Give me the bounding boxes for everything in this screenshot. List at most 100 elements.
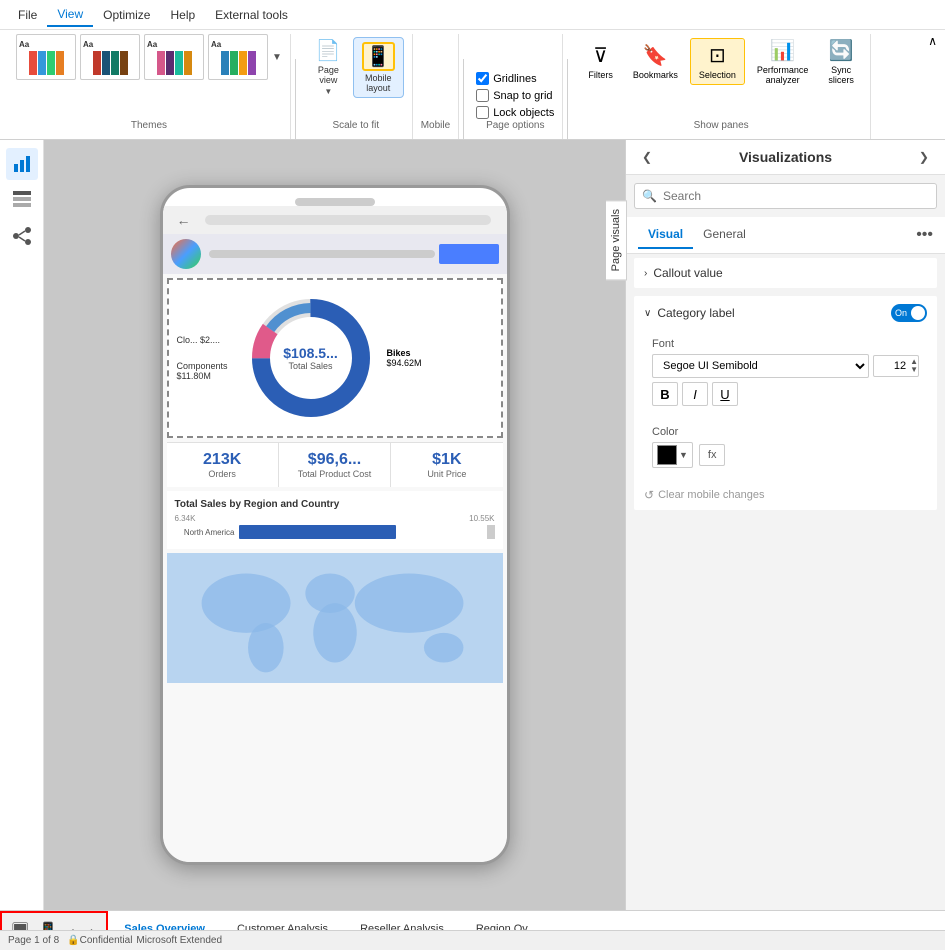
color-swatch [657,445,677,465]
kpi-price: $1K Unit Price [391,443,502,487]
toggle-on[interactable]: On [891,304,927,322]
donut-chart: $108.5... Total Sales [241,288,381,428]
theme-2[interactable]: Aa [80,34,140,80]
mobile-layout-button[interactable]: 📱 Mobilelayout [353,37,404,98]
sync-slicers-button[interactable]: 🔄 Syncslicers [820,34,862,89]
category-arrow-icon: ∨ [644,308,651,319]
selection-label: Selection [699,70,736,80]
phone-mockup: ← Clo... $2.... Components $11.80M [160,185,510,865]
bar-axis-min: 6.34K [175,514,196,523]
donut-subtitle: Total Sales [283,361,338,371]
status-confidential: Confidential [80,935,133,946]
font-size-arrows: ▲ ▼ [910,358,918,374]
selection-icon: ⊡ [709,43,726,68]
color-picker-btn[interactable]: ▼ [652,442,693,468]
sidebar-model-icon[interactable] [6,220,38,252]
performance-icon: 📊 [770,38,795,63]
tab-more-btn[interactable]: ••• [916,226,933,244]
menu-external-tools[interactable]: External tools [205,4,298,26]
toggle-on-label: On [895,308,907,318]
viz-header: ❮ Visualizations ❯ [626,140,945,175]
tab-visual[interactable]: Visual [638,221,693,249]
menu-optimize[interactable]: Optimize [93,4,160,26]
font-style-row: B I U [652,382,919,406]
bar-axis: 6.34K 10.55K [175,514,495,523]
phone-notch [295,198,375,206]
menu-view[interactable]: View [47,3,93,27]
filters-label: Filters [588,70,613,80]
status-label: Microsoft Extended [136,935,222,946]
category-toggle[interactable]: On [891,304,927,322]
donut-center: $108.5... Total Sales [283,345,338,371]
snap-to-grid-checkbox[interactable]: Snap to grid [476,88,554,103]
underline-button[interactable]: U [712,382,738,406]
sidebar-table-icon[interactable] [6,184,38,216]
kpi-orders-label: Orders [175,469,270,479]
font-size-down[interactable]: ▼ [910,366,918,374]
lock-label: Lock objects [493,107,554,119]
menu-help[interactable]: Help [160,4,205,26]
sidebar-chart-icon[interactable] [6,148,38,180]
kpi-cost-label: Total Product Cost [287,469,382,479]
bar-track [239,525,481,539]
color-dropdown-arrow-icon: ▼ [679,450,688,460]
phone-content: ← Clo... $2.... Components $11.80M [163,206,507,862]
font-section: Font Segoe UI Semibold ▲ ▼ B I U [642,330,929,414]
logo [171,239,201,269]
search-input[interactable] [634,183,937,209]
map-svg [167,553,503,683]
status-bar: Page 1 of 8 🔒 Confidential Microsoft Ext… [0,930,945,950]
kpi-cost: $96,6... Total Product Cost [279,443,391,487]
search-icon: 🔍 [642,189,657,203]
phone-nav: ← [163,206,507,234]
fx-button[interactable]: fx [699,444,726,466]
sync-label: Syncslicers [828,65,854,85]
callout-label: Callout value [653,266,722,280]
bar-chart-title: Total Sales by Region and Country [175,499,495,510]
lock-objects-checkbox[interactable]: Lock objects [476,105,554,120]
selection-button[interactable]: ⊡ Selection [690,38,745,85]
right-panel: ❮ Visualizations ❯ 🔍 Visual General ••• … [625,140,945,910]
gridlines-checkbox[interactable]: Gridlines [476,71,554,86]
sep3 [567,59,568,139]
components-label: Components [177,361,237,371]
kpi-orders: 213K Orders [167,443,279,487]
theme-3[interactable]: Aa [144,34,204,80]
donut-section[interactable]: Clo... $2.... Components $11.80M [167,278,503,438]
show-panes-group: ⊽ Filters 🔖 Bookmarks ⊡ Selection 📊 Perf… [572,34,871,139]
tab-general[interactable]: General [693,221,756,249]
category-header[interactable]: ∨ Category label On [634,296,937,330]
expand-right-btn[interactable]: ❯ [915,148,933,166]
bookmarks-button[interactable]: 🔖 Bookmarks [625,39,686,84]
sep1 [295,59,296,139]
theme-4[interactable]: Aa [208,34,268,80]
checkboxes: Gridlines Snap to grid Lock objects [476,71,554,120]
callout-arrow-icon: › [644,268,647,279]
themes-dropdown[interactable]: ▼ [272,52,282,63]
performance-analyzer-button[interactable]: 📊 Performanceanalyzer [749,34,817,89]
collapse-left-btn[interactable]: ❮ [638,148,656,166]
callout-header[interactable]: › Callout value [634,258,937,288]
filters-button[interactable]: ⊽ Filters [580,39,621,84]
mobile-layout-label: Mobilelayout [365,73,392,93]
phone-back-btn[interactable]: ← [171,210,197,230]
font-size-input[interactable] [874,356,910,376]
performance-label: Performanceanalyzer [757,65,809,85]
page-view-button[interactable]: 📄 Pageview ▼ [308,34,349,100]
italic-button[interactable]: I [682,382,708,406]
viz-title: Visualizations [739,149,832,165]
bold-button[interactable]: B [652,382,678,406]
bar-resize-handle[interactable] [487,525,495,539]
page-view-dropdown[interactable]: ▼ [324,87,332,96]
theme-1[interactable]: Aa [16,34,76,80]
menu-file[interactable]: File [8,4,47,26]
clear-mobile-changes-btn[interactable]: ↺ Clear mobile changes [634,480,937,510]
clo-label: Clo... $2.... [177,335,237,345]
collapse-ribbon-btn[interactable]: ∧ [928,34,937,48]
themes-group: Aa Aa Aa [8,34,291,139]
legend-bikes-name: Bikes [387,348,422,358]
page-options-label: Page options [486,120,544,131]
page-visuals-tab[interactable]: Page visuals [606,200,627,280]
show-panes-label: Show panes [694,120,749,131]
font-family-select[interactable]: Segoe UI Semibold [652,354,869,378]
